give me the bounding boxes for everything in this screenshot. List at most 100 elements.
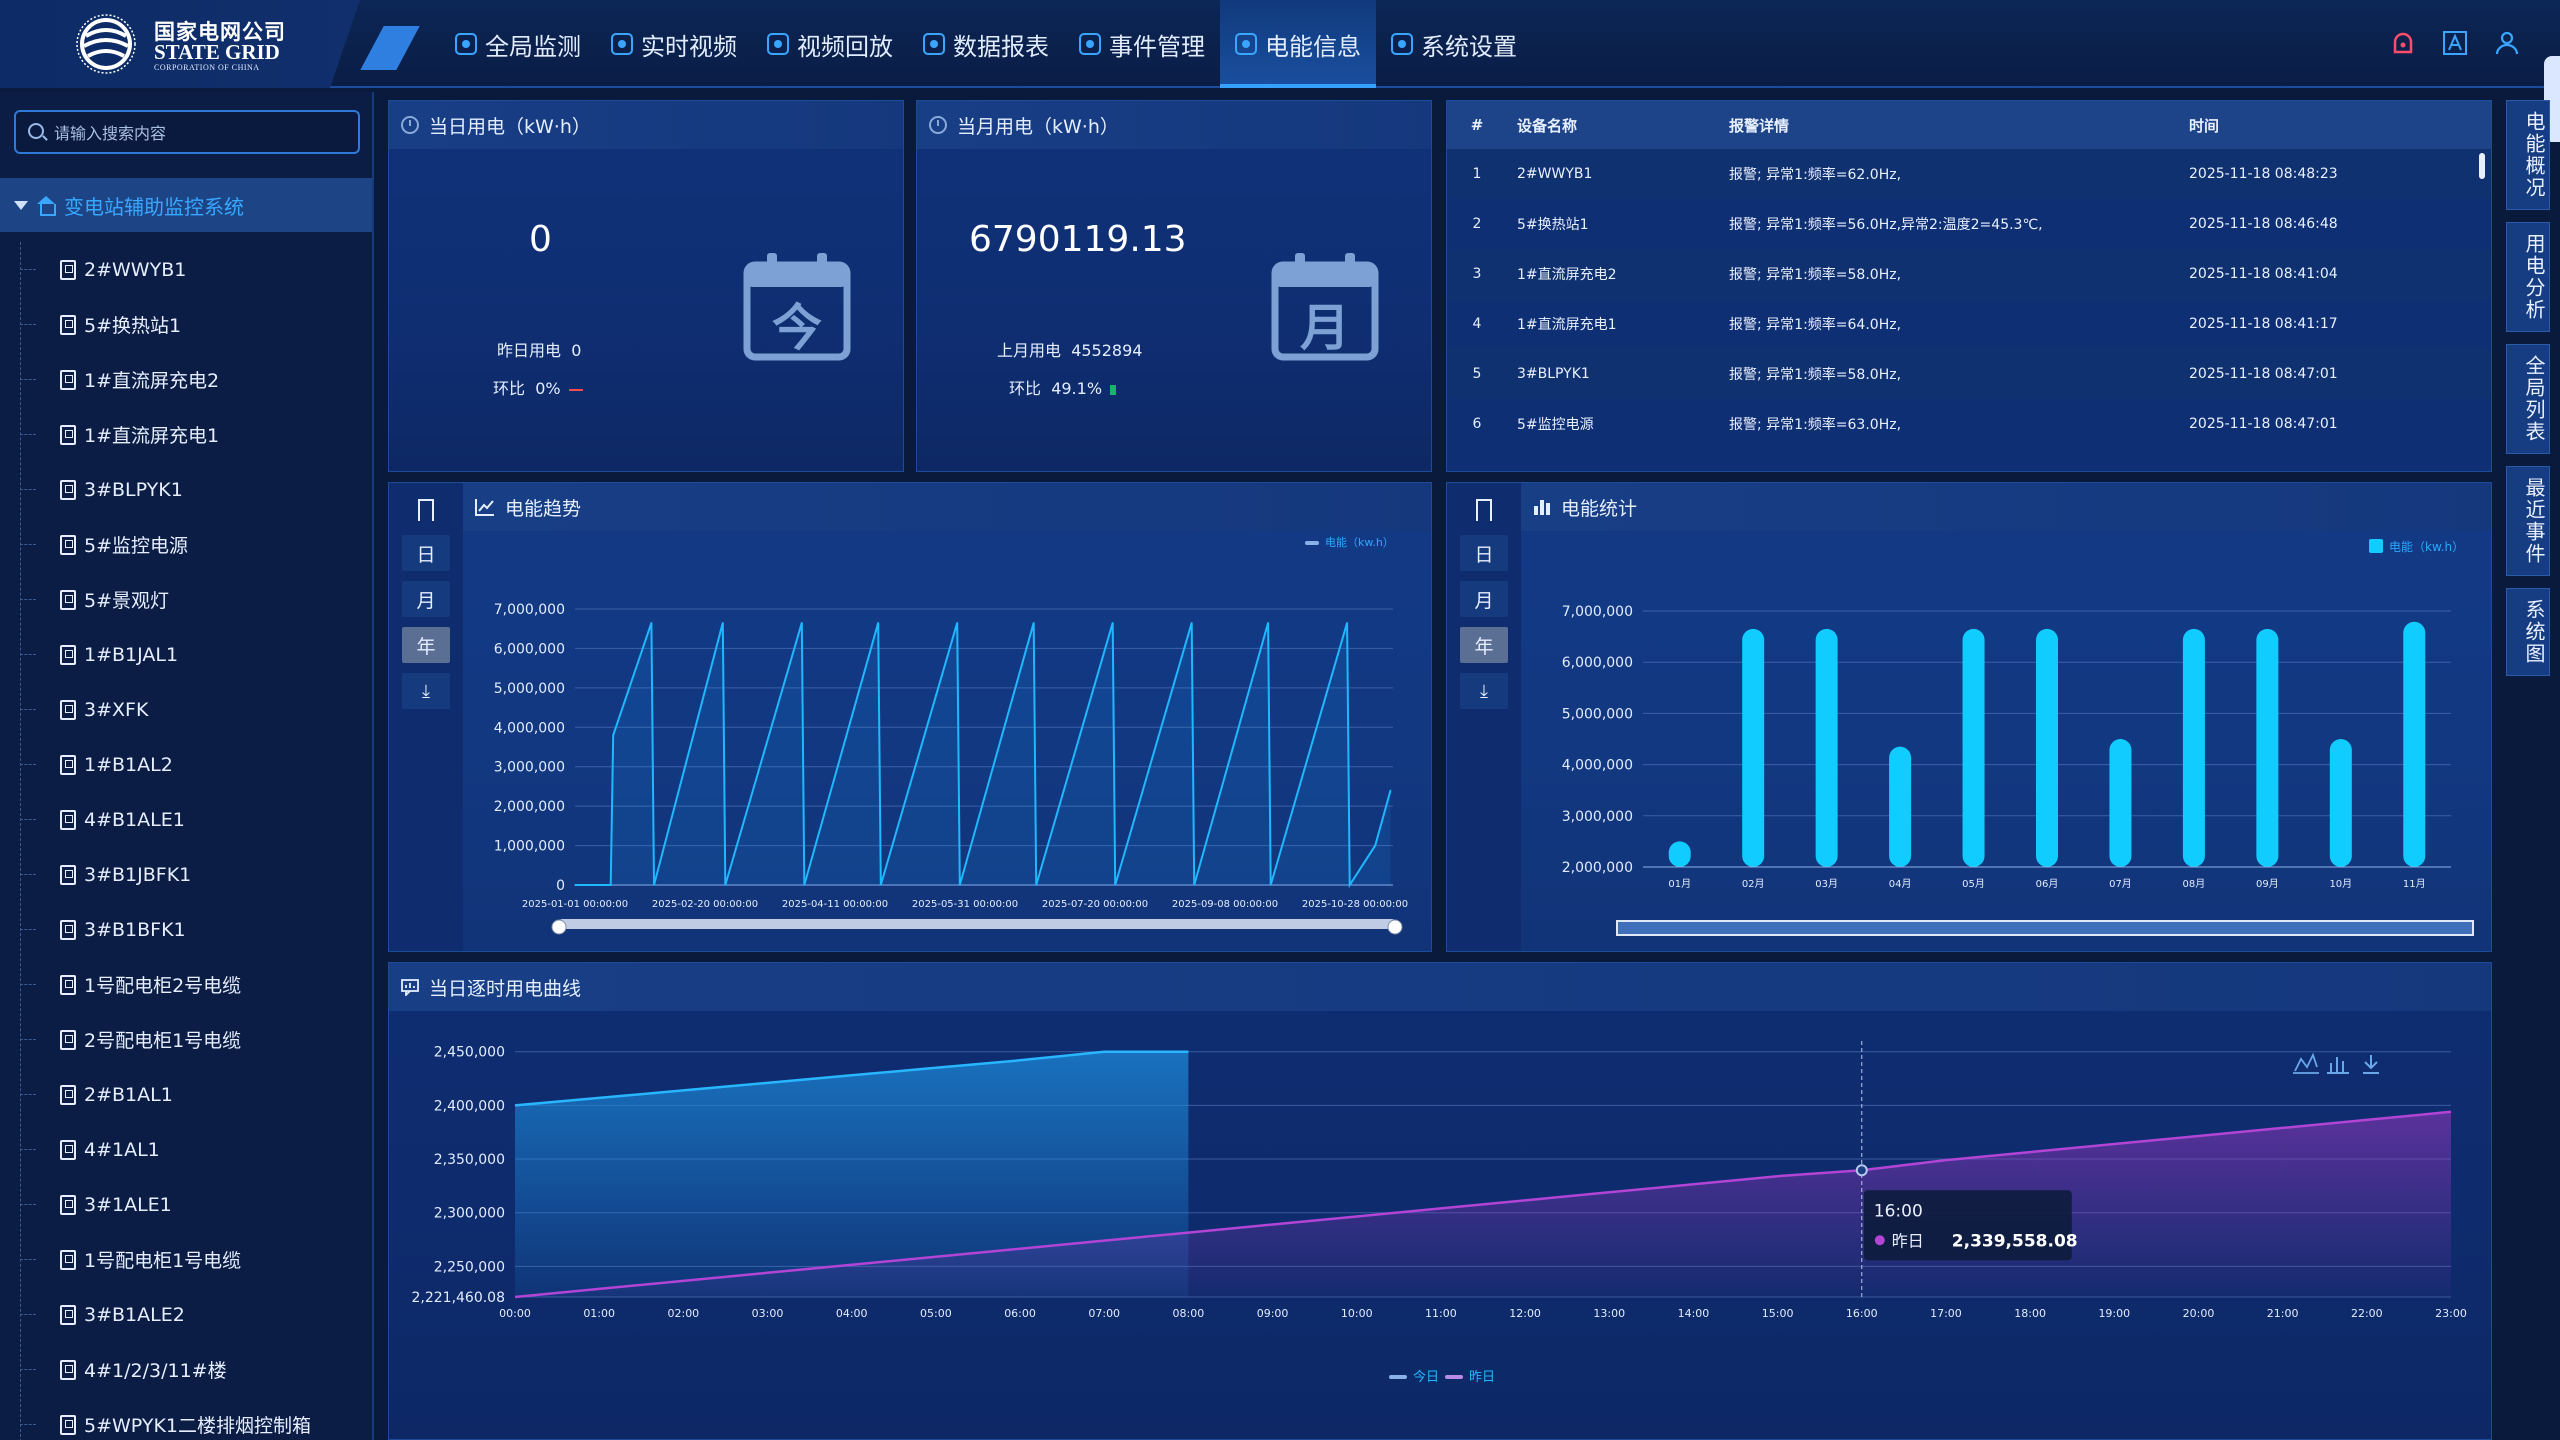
tree-item[interactable]: 1#直流屏充电1 bbox=[0, 407, 372, 462]
table-row[interactable]: 2 5#换热站1 报警; 异常1:频率=56.0Hz,异常2:温度2=45.3℃, 2… bbox=[1447, 199, 2491, 249]
tree-item-label: 3#1ALE1 bbox=[84, 1193, 172, 1216]
x-tick-label: 14:00 bbox=[1678, 1307, 1710, 1320]
table-row[interactable]: 5 3#BLPYK1 报警; 异常1:频率=58.0Hz, 2025-11-18 08… bbox=[1447, 349, 2491, 399]
right-tab[interactable]: 系统图 bbox=[2506, 588, 2550, 676]
tree-item[interactable]: 3#BLPYK1 bbox=[0, 462, 372, 517]
x-tick-label: 17:00 bbox=[1930, 1307, 1962, 1320]
period-month-button[interactable]: 月 bbox=[402, 581, 450, 617]
tree-item[interactable]: 5#WPYK1二楼排烟控制箱 bbox=[0, 1397, 372, 1440]
y-tick-label: 5,000,000 bbox=[1562, 706, 1633, 722]
tree-item-label: 4#B1ALE1 bbox=[84, 808, 185, 831]
search-input[interactable] bbox=[54, 118, 354, 148]
x-tick-label: 00:00 bbox=[499, 1307, 531, 1320]
right-tab[interactable]: 电能概况 bbox=[2506, 100, 2550, 210]
right-tab[interactable]: 全局列表 bbox=[2506, 344, 2550, 454]
device-icon bbox=[60, 1304, 76, 1325]
nav-live-video[interactable]: 实时视频 bbox=[596, 0, 752, 88]
tree-item-label: 5#监控电源 bbox=[84, 535, 189, 557]
tree-item[interactable]: 4#1/2/3/11#楼 bbox=[0, 1342, 372, 1397]
data-point bbox=[877, 622, 880, 624]
font-a-icon[interactable] bbox=[2442, 30, 2468, 56]
tree-item[interactable]: 1#B1JAL1 bbox=[0, 627, 372, 682]
data-point bbox=[800, 622, 803, 624]
nav-event-management[interactable]: 事件管理 bbox=[1064, 0, 1220, 88]
table-row[interactable]: 6 5#监控电源 报警; 异常1:频率=63.0Hz, 2025-11-18 08:4… bbox=[1447, 399, 2491, 449]
alarm-icon[interactable] bbox=[2390, 30, 2416, 56]
nav-video-playback[interactable]: 视频回放 bbox=[752, 0, 908, 88]
device-icon bbox=[60, 974, 76, 995]
tree-item[interactable]: 2#B1AL1 bbox=[0, 1067, 372, 1122]
x-tick-label: 01月 bbox=[1668, 878, 1691, 890]
legend-label: 今日 bbox=[1413, 1369, 1439, 1385]
month-energy-panel: 当月用电（kW·h） 6790119.13 上月用电 4552894 环比 49… bbox=[916, 100, 1432, 472]
device-icon bbox=[60, 699, 76, 720]
legend-swatch bbox=[2369, 539, 2383, 553]
tree-item[interactable]: 5#换热站1 bbox=[0, 297, 372, 352]
legend-label: 昨日 bbox=[1469, 1370, 1495, 1385]
tree-item[interactable]: 4#1AL1 bbox=[0, 1122, 372, 1177]
right-tab[interactable]: 用电分析 bbox=[2506, 222, 2550, 332]
bookmark-icon[interactable] bbox=[1476, 499, 1492, 527]
tree-item[interactable]: 3#1ALE1 bbox=[0, 1177, 372, 1232]
period-day-button[interactable]: 日 bbox=[402, 535, 450, 571]
table-row[interactable]: 1 2#WWYB1 报警; 异常1:频率=62.0Hz, 2025-11-18 08:… bbox=[1447, 149, 2491, 199]
state-grid-logo-icon bbox=[76, 14, 136, 74]
tree-item[interactable]: 1号配电柜2号电缆 bbox=[0, 957, 372, 1012]
data-point bbox=[1348, 884, 1351, 886]
download-icon[interactable]: ⤓ bbox=[402, 673, 450, 709]
stats-period-tools: 日 月 年 ⤓ bbox=[1447, 483, 1521, 951]
tree-item[interactable]: 3#B1BFK1 bbox=[0, 902, 372, 957]
nav-global-monitor[interactable]: 全局监测 bbox=[440, 0, 596, 88]
tree-item-label: 2号配电柜1号电缆 bbox=[84, 1030, 242, 1052]
panel-header: 电能趋势 bbox=[463, 483, 1431, 531]
month-ratio: 环比 49.1% bbox=[1009, 375, 1117, 399]
nav-system-settings[interactable]: 系统设置 bbox=[1376, 0, 1532, 88]
list-icon bbox=[1079, 33, 1101, 55]
nav-data-report[interactable]: 数据报表 bbox=[908, 0, 1064, 88]
trend-period-tools: 日 月 年 ⤓ bbox=[389, 483, 463, 951]
period-day-button[interactable]: 日 bbox=[1460, 535, 1508, 571]
user-icon[interactable] bbox=[2494, 30, 2520, 56]
tree-item-label: 1#直流屏充电2 bbox=[84, 370, 220, 392]
panel-header: 当日逐时用电曲线 bbox=[389, 963, 2491, 1011]
tree-item[interactable]: 1#直流屏充电2 bbox=[0, 352, 372, 407]
x-tick-label: 20:00 bbox=[2183, 1307, 2215, 1320]
tree-item[interactable]: 3#XFK bbox=[0, 682, 372, 737]
tree-item[interactable]: 3#B1ALE2 bbox=[0, 1287, 372, 1342]
nav-energy-info[interactable]: 电能信息 bbox=[1220, 0, 1376, 88]
data-point bbox=[958, 884, 961, 886]
download-icon[interactable]: ⤓ bbox=[1460, 673, 1508, 709]
table-row[interactable]: 3 1#直流屏充电2 报警; 异常1:频率=58.0Hz, 2025-11-18 08… bbox=[1447, 249, 2491, 299]
panel-header: 当日用电（kW·h） bbox=[389, 101, 903, 149]
bar bbox=[2182, 628, 2205, 867]
scrollbar-thumb[interactable] bbox=[2479, 153, 2485, 179]
data-point bbox=[1111, 622, 1114, 624]
bar bbox=[2109, 739, 2132, 867]
tree-item-label: 5#景观灯 bbox=[84, 590, 170, 612]
bookmark-icon[interactable] bbox=[418, 499, 434, 527]
tree-item[interactable]: 3#B1JBFK1 bbox=[0, 847, 372, 902]
x-tick-label: 09月 bbox=[2256, 878, 2279, 890]
y-tick-label: 3,000,000 bbox=[1562, 809, 1633, 825]
chevron-down-icon[interactable] bbox=[14, 200, 28, 210]
tree-item[interactable]: 1号配电柜1号电缆 bbox=[0, 1232, 372, 1287]
tree-item[interactable]: 4#B1ALE1 bbox=[0, 792, 372, 847]
tree-item-label: 1#B1AL2 bbox=[84, 753, 173, 776]
cell-detail: 报警; 异常1:频率=58.0Hz, bbox=[1729, 367, 1902, 383]
period-year-button[interactable]: 年 bbox=[1460, 627, 1508, 663]
tree-item[interactable]: 5#监控电源 bbox=[0, 517, 372, 572]
today-ratio: 环比 0% bbox=[493, 375, 583, 399]
tree-item-label: 2#B1AL1 bbox=[84, 1083, 173, 1106]
tree-item[interactable]: 5#景观灯 bbox=[0, 572, 372, 627]
tree-item[interactable]: 1#B1AL2 bbox=[0, 737, 372, 792]
device-icon bbox=[60, 919, 76, 940]
calendar-month-icon: 月 bbox=[1271, 253, 1379, 361]
period-month-button[interactable]: 月 bbox=[1460, 581, 1508, 617]
tree-item[interactable]: 2#WWYB1 bbox=[0, 242, 372, 297]
tree-root-node[interactable]: 变电站辅助监控系统 bbox=[0, 178, 372, 232]
table-row[interactable]: 4 1#直流屏充电1 报警; 异常1:频率=64.0Hz, 2025-11-18 08… bbox=[1447, 299, 2491, 349]
tree-item[interactable]: 2号配电柜1号电缆 bbox=[0, 1012, 372, 1067]
right-tab[interactable]: 最近事件 bbox=[2506, 466, 2550, 576]
period-year-button[interactable]: 年 bbox=[402, 627, 450, 663]
tooltip-marker bbox=[1855, 1164, 1868, 1177]
